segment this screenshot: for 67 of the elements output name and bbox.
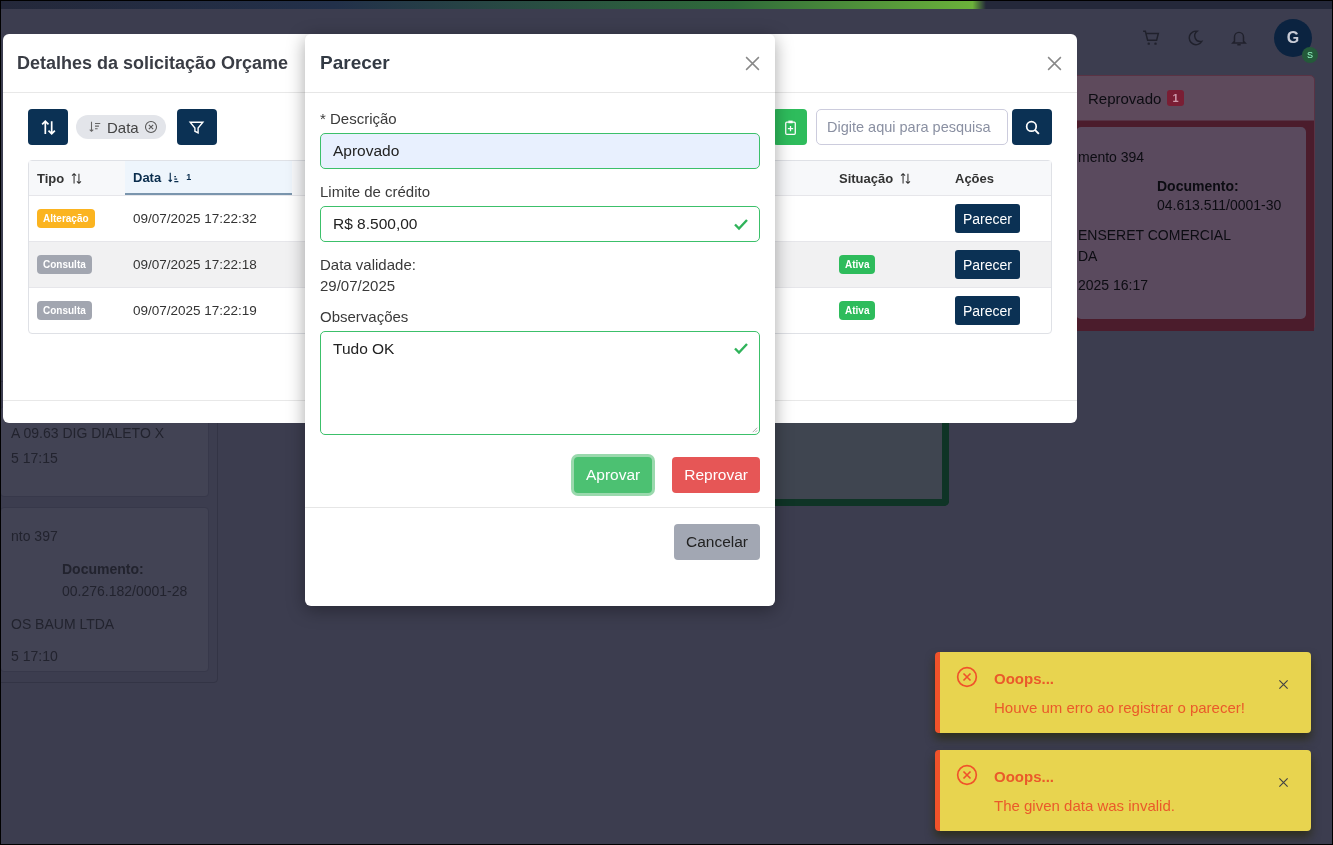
sort-descending-icon [167, 170, 181, 184]
add-button[interactable] [773, 109, 807, 145]
count-badge: 1 [1167, 90, 1184, 106]
sort-icon [70, 171, 84, 185]
status-badge: Ativa [839, 301, 876, 320]
resize-handle-icon[interactable] [751, 426, 758, 433]
type-badge: Consulta [37, 301, 92, 320]
field-value: 29/07/2025 [320, 277, 397, 294]
error-icon [956, 764, 978, 786]
close-icon[interactable] [1046, 54, 1063, 72]
search-icon [1023, 118, 1041, 136]
text-area[interactable]: Tudo OK [320, 331, 760, 435]
column-title: Reprovado [1088, 89, 1162, 107]
header-label: Situação [839, 170, 894, 186]
close-icon[interactable] [1278, 679, 1289, 690]
header-label: Tipo [37, 170, 65, 186]
header-label: Ações [955, 170, 995, 186]
avatar-badge: S [1302, 47, 1318, 63]
column-header[interactable]: Tipo [29, 161, 125, 195]
input-field[interactable]: Aprovado [320, 133, 760, 169]
field-label: * Descrição [320, 110, 398, 127]
search-field[interactable]: Digite aqui para pesquisa [816, 109, 1008, 145]
table-cell: 09/07/2025 17:22:18 [133, 257, 257, 272]
sort-icon [899, 171, 913, 185]
column-header[interactable]: Situação [831, 161, 947, 195]
sort-icon [88, 120, 102, 134]
field-label: Data validade: [320, 256, 417, 273]
filter-icon [188, 118, 206, 136]
table-cell: 09/07/2025 17:22:19 [133, 303, 257, 318]
search-button[interactable] [1012, 109, 1052, 145]
input-field[interactable]: R$ 8.500,00 [320, 206, 760, 242]
toast-title: Ooops... [994, 670, 1055, 687]
card-date: 2025 16:17 [1078, 277, 1150, 293]
filter-button[interactable] [176, 109, 217, 145]
close-icon[interactable] [744, 54, 761, 72]
toast-message: Houve um erro ao registrar o parecer! [994, 699, 1246, 716]
close-icon[interactable] [1278, 777, 1289, 788]
remove-icon[interactable] [143, 120, 158, 134]
type-badge: Consulta [37, 255, 92, 274]
field-label: Limite de crédito [320, 183, 432, 200]
client-name: ENSERET COMERCIAL [1078, 226, 1232, 245]
toast-message: The given data was invalid. [994, 797, 1176, 814]
dialog-title: Parecer [320, 52, 390, 74]
review-button[interactable]: Parecer [955, 204, 1021, 233]
toast-title: Ooops... [994, 768, 1055, 785]
dialog-title: Detalhes da solicitação Orçame [17, 52, 289, 74]
review-button[interactable]: Parecer [955, 250, 1021, 279]
sort-order: 1 [186, 172, 192, 182]
cancel-button[interactable]: Cancelar [673, 524, 760, 560]
sort-chip[interactable]: Data [76, 115, 166, 139]
client-name: DA [1078, 247, 1099, 266]
error-icon [956, 666, 978, 688]
sort-button[interactable] [28, 109, 68, 145]
chip-label: Data [107, 118, 139, 136]
document-number: 04.613.511/0001-30 [1157, 197, 1283, 213]
document-label: Documento: [1157, 178, 1240, 194]
status-badge: Ativa [839, 255, 876, 274]
column-header[interactable]: Ações [947, 161, 1051, 195]
reject-button[interactable]: Reprovar [672, 457, 760, 493]
header-label: Data [133, 169, 162, 185]
card-title: mento 394 [1078, 149, 1146, 165]
type-badge: Alteração [37, 209, 95, 228]
field-label: Observações [320, 308, 410, 325]
sort-icon [39, 118, 57, 136]
table-cell: 09/07/2025 17:22:32 [133, 211, 257, 226]
sorted-column-header[interactable]: Data 1 [125, 161, 292, 195]
review-button[interactable]: Parecer [955, 296, 1021, 325]
